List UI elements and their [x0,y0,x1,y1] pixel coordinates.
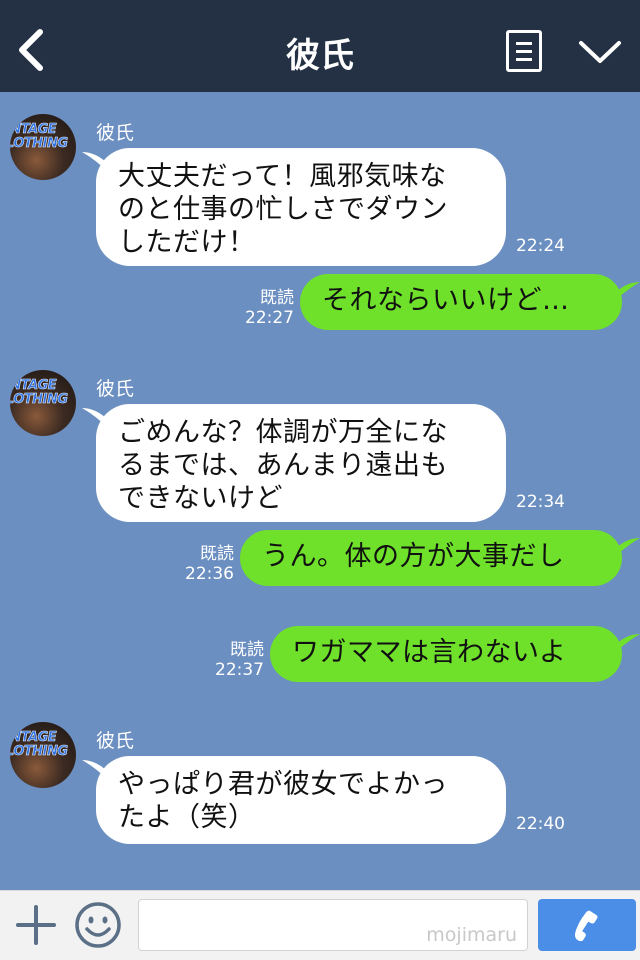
message-bubble-outgoing[interactable]: ワガママは言わないよ [270,626,622,682]
watermark-text: mojimaru [426,924,517,946]
bubble-tail [614,634,640,654]
notes-menu-icon[interactable] [506,30,542,72]
message-time: 22:24 [516,236,565,256]
chat-area[interactable]: INTAGE LOTHING 彼氏 大丈夫だって！風邪気味な のと仕事の忙しさで… [0,92,640,890]
plus-icon[interactable] [14,903,58,947]
avatar[interactable]: INTAGE LOTHING [10,722,76,788]
message-bubble-outgoing[interactable]: うん。体の方が大事だし [240,530,622,586]
phone-icon [575,910,598,941]
chat-title: 彼氏 [286,36,354,76]
sender-name: 彼氏 [96,730,135,752]
message-time: 22:34 [516,492,565,512]
sender-name: 彼氏 [96,122,135,144]
message-bubble-incoming[interactable]: 大丈夫だって！風邪気味な のと仕事の忙しさでダウン しただけ！ [96,148,506,266]
input-bar: mojimaru [0,890,640,960]
smile-icon[interactable] [74,901,122,949]
avatar[interactable]: INTAGE LOTHING [10,114,76,180]
bubble-tail [614,282,640,302]
sender-name: 彼氏 [96,378,135,400]
message-input[interactable]: mojimaru [138,899,528,951]
avatar[interactable]: INTAGE LOTHING [10,370,76,436]
message-bubble-incoming[interactable]: やっぱり君が彼女でよかっ たよ（笑） [96,756,506,844]
chevron-down-icon[interactable] [578,38,622,66]
chat-header: 彼氏 [0,0,640,92]
read-receipt: 既読 22:36 [185,544,234,584]
message-bubble-outgoing[interactable]: それならいいけど… [300,274,622,330]
message-time: 22:40 [516,814,565,834]
bubble-tail [614,538,640,558]
read-receipt: 既読 22:37 [215,640,264,680]
message-bubble-incoming[interactable]: ごめんな？体調が万全にな るまでは、あんまり遠出も できないけど [96,404,506,522]
call-button[interactable] [538,899,636,951]
read-receipt: 既読 22:27 [245,288,294,328]
